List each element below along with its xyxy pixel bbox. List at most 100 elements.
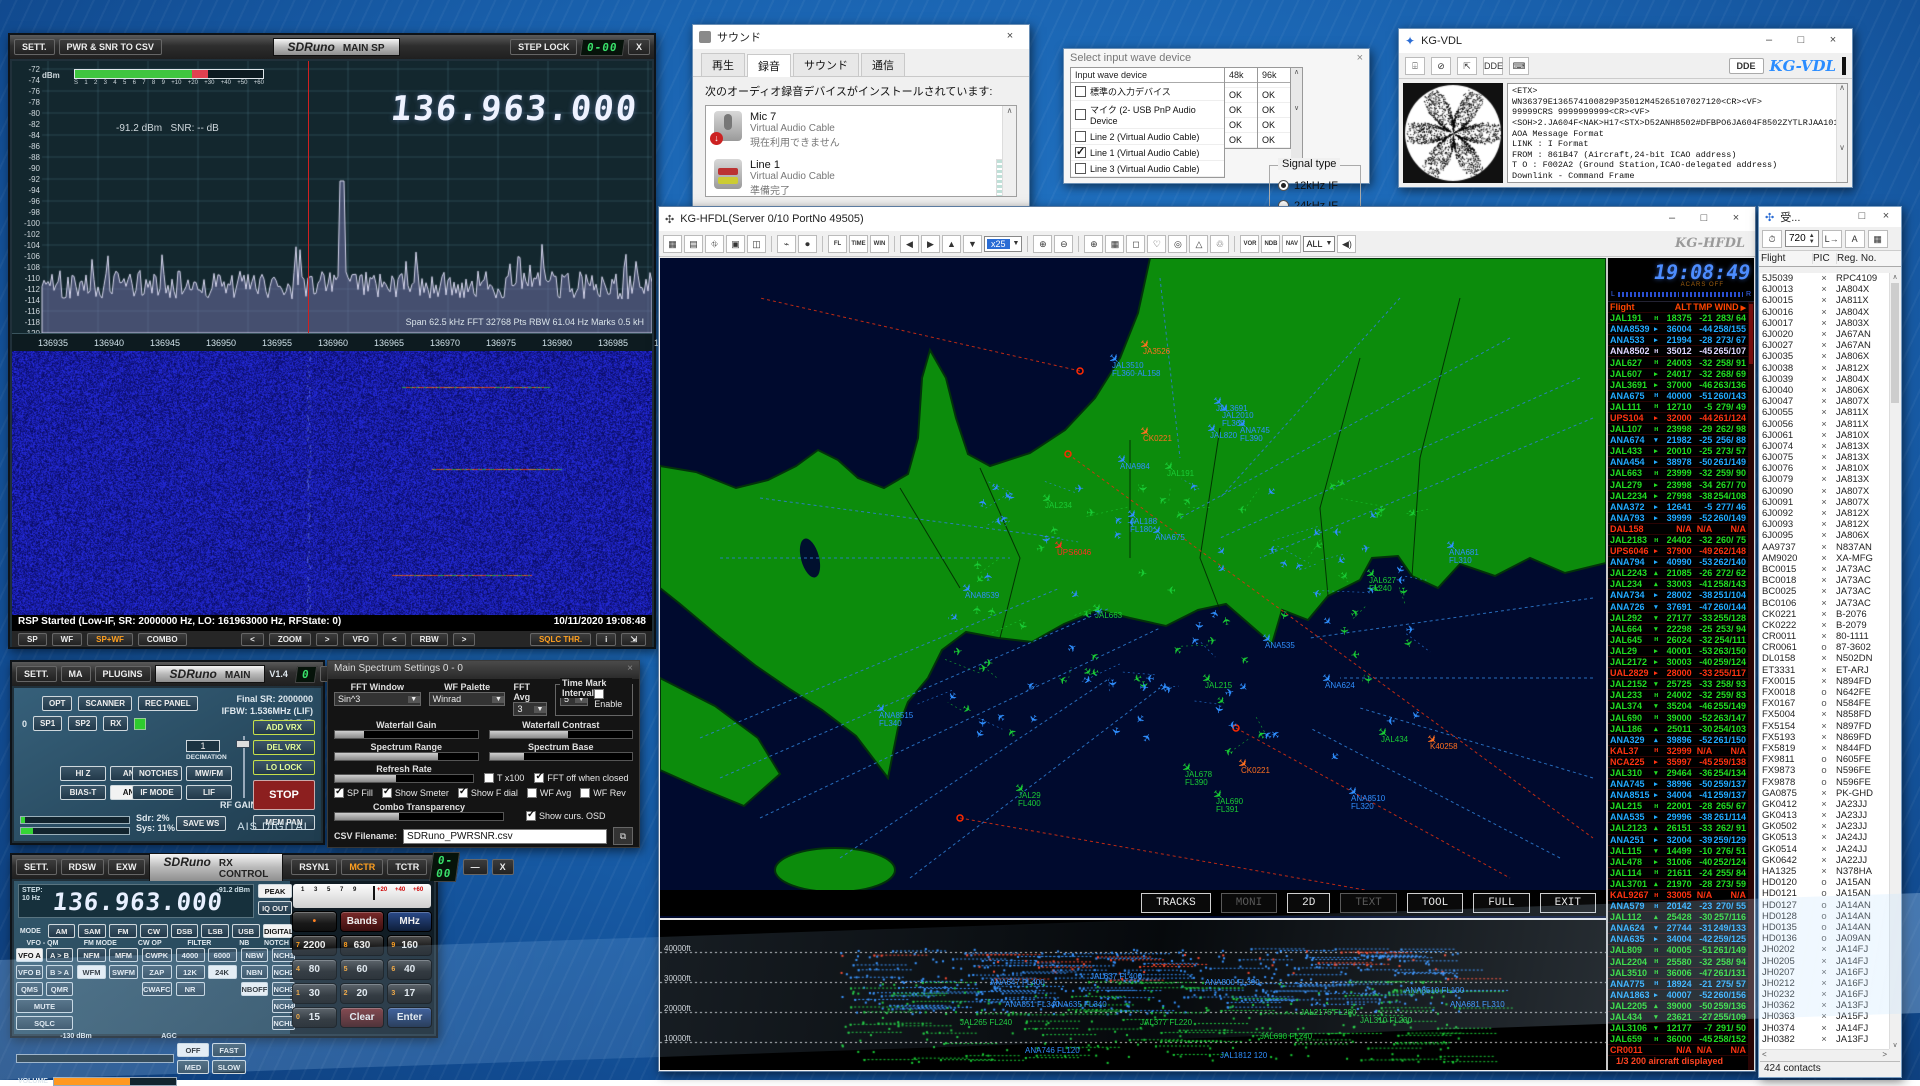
flight-row[interactable]: NCA225▸35997-45259/138 bbox=[1608, 757, 1748, 768]
flight-row[interactable]: JAL2183ʜ24402-32260/ 75 bbox=[1608, 535, 1748, 546]
tab-サウンド[interactable]: サウンド bbox=[793, 53, 859, 76]
flight-row[interactable]: JAL310▾29464-36254/134 bbox=[1608, 768, 1748, 779]
contact-row[interactable]: HA1325×N378HA bbox=[1760, 866, 1889, 877]
flight-row[interactable]: KAL9267ʜ33005N/AN/A bbox=[1608, 890, 1748, 901]
filter-select[interactable]: ALL▼ bbox=[1303, 236, 1335, 252]
fm-nfm[interactable]: NFM bbox=[77, 948, 106, 962]
mode-fm[interactable]: FM bbox=[109, 924, 137, 938]
vfo-button[interactable]: VFO bbox=[343, 633, 377, 646]
contact-row[interactable]: AM9020×XA-MFG bbox=[1760, 553, 1889, 564]
device-row[interactable]: 標準の入力デバイス bbox=[1071, 83, 1224, 101]
contact-row[interactable]: CR0011×80-1111 bbox=[1760, 631, 1889, 642]
maximize-icon[interactable]: □ bbox=[1788, 32, 1814, 50]
map-button-full[interactable]: FULL bbox=[1473, 893, 1529, 913]
rdsw-button[interactable]: RDSW bbox=[61, 859, 105, 875]
map-button-tool[interactable]: TOOL bbox=[1407, 893, 1463, 913]
flight-row[interactable]: ANA579ʜ20142-23270/ 55 bbox=[1608, 901, 1748, 912]
spectrum-base-slider[interactable] bbox=[489, 752, 634, 761]
notch-nchl[interactable]: NCHL bbox=[272, 1016, 295, 1030]
contact-row[interactable]: GK0642×JA22JJ bbox=[1760, 855, 1889, 866]
time-icon[interactable]: TIME bbox=[849, 235, 868, 253]
contact-row[interactable]: HD0136oJA09AN bbox=[1760, 933, 1889, 944]
radio-icon[interactable] bbox=[1278, 180, 1289, 191]
notch-nch1[interactable]: NCH1 bbox=[272, 948, 295, 962]
contact-row[interactable]: GA0875×PK-GHD bbox=[1760, 788, 1889, 799]
flight-row[interactable]: JAL279▸23998-34267/ 70 bbox=[1608, 480, 1748, 491]
vfo-vfob[interactable]: VFO B bbox=[16, 965, 43, 979]
flight-row[interactable]: JAL809ʜ40005-51261/149 bbox=[1608, 945, 1748, 956]
maximize-icon[interactable]: □ bbox=[1853, 208, 1871, 226]
flight-row[interactable]: JAL186▴25011-30254/103 bbox=[1608, 724, 1748, 735]
flight-row[interactable]: JAL2234▸27998-38254/108 bbox=[1608, 491, 1748, 502]
flight-row[interactable]: JAL664▾22298-25253/ 94 bbox=[1608, 624, 1748, 635]
cw-cwafc[interactable]: CWAFC bbox=[142, 982, 172, 996]
keypad-1[interactable]: 130 bbox=[292, 983, 337, 1004]
rx-frequency-panel[interactable]: STEP: 10 Hz 136.963.000 -91.2 dBm bbox=[18, 884, 254, 918]
cw-zap[interactable]: ZAP bbox=[142, 965, 172, 979]
keypad-clear[interactable]: Clear bbox=[340, 1007, 385, 1028]
flight-row[interactable]: ANA675ʜ40000-51260/143 bbox=[1608, 391, 1748, 402]
rec-panel-button[interactable]: REC PANEL bbox=[138, 696, 198, 711]
close-icon[interactable]: X bbox=[628, 39, 650, 55]
contact-row[interactable]: 6J0075×JA813X bbox=[1760, 452, 1889, 463]
layers-icon[interactable]: ◫ bbox=[747, 235, 766, 253]
lo-lock-button[interactable]: LO LOCK bbox=[253, 760, 315, 775]
flight-row[interactable]: ANA1863▸40007-52260/156 bbox=[1608, 990, 1748, 1001]
contact-row[interactable]: 6J0016×JA804X bbox=[1760, 307, 1889, 318]
resize-icon[interactable]: ⇲ bbox=[621, 633, 646, 646]
contact-row[interactable]: AA9737×N837AN bbox=[1760, 542, 1889, 553]
decimation-value[interactable]: 1 bbox=[186, 740, 220, 752]
agc-off[interactable]: OFF bbox=[177, 1043, 209, 1057]
signal-type-radio[interactable]: 12kHz IF bbox=[1278, 180, 1352, 192]
sqlc-thr-button[interactable]: SQLC THR. bbox=[530, 633, 591, 646]
contact-row[interactable]: 6J0095×JA806X bbox=[1760, 530, 1889, 541]
flight-row[interactable]: JAL2243▴21085-26272/ 62 bbox=[1608, 568, 1748, 579]
flight-row[interactable]: JAL645ʜ26024-32254/111 bbox=[1608, 635, 1748, 646]
fm-swfm[interactable]: SWFM bbox=[109, 965, 138, 979]
contact-row[interactable]: HD0135oJA14AN bbox=[1760, 922, 1889, 933]
contact-row[interactable]: FX9873oN596FE bbox=[1760, 765, 1889, 776]
zoom-control[interactable]: > bbox=[316, 633, 339, 646]
keypad-enter[interactable]: Enter bbox=[387, 1007, 432, 1028]
hiz-button[interactable]: HI Z bbox=[60, 766, 106, 781]
scope-icon[interactable]: ⌹ bbox=[1405, 57, 1425, 75]
flight-row[interactable]: JAL2172▸30003-40259/124 bbox=[1608, 657, 1748, 668]
win-icon[interactable]: WIN bbox=[870, 235, 889, 253]
mesh-icon[interactable]: ▦ bbox=[1105, 235, 1124, 253]
log-icon[interactable]: L→ bbox=[1822, 230, 1842, 248]
nb-nboff[interactable]: NBOFF bbox=[241, 982, 269, 996]
device-checkbox[interactable] bbox=[1075, 109, 1086, 120]
flight-row[interactable]: ANA624▾27744-31249/133 bbox=[1608, 923, 1748, 934]
show-f-dial-checkbox[interactable] bbox=[458, 788, 468, 798]
flight-row[interactable]: ANA8515▸34004-41259/137 bbox=[1608, 790, 1748, 801]
contact-row[interactable]: 6J0076×JA810X bbox=[1760, 463, 1889, 474]
keypad-6[interactable]: 640 bbox=[387, 959, 432, 980]
mode-cw[interactable]: CW bbox=[140, 924, 168, 938]
view-mode-sp[interactable]: SP bbox=[18, 633, 47, 646]
view-mode-wf[interactable]: WF bbox=[52, 633, 82, 646]
contact-row[interactable]: 6J0056×JA811X bbox=[1760, 418, 1889, 429]
sp-fill-checkbox[interactable] bbox=[334, 788, 344, 798]
zoomout-icon[interactable]: ⊖ bbox=[1054, 235, 1073, 253]
nav-icon[interactable]: NAV bbox=[1282, 235, 1301, 253]
maximize-icon[interactable]: □ bbox=[1691, 210, 1717, 228]
rbw-control[interactable]: > bbox=[453, 633, 476, 646]
contact-row[interactable]: BC0015×JA73AC bbox=[1760, 564, 1889, 575]
contact-row[interactable]: FX0015×N894FD bbox=[1760, 676, 1889, 687]
sett-button[interactable]: SETT. bbox=[16, 859, 57, 875]
contact-row[interactable]: HD0128oJA14AN bbox=[1760, 911, 1889, 922]
device-row[interactable]: Line 3 (Virtual Audio Cable) bbox=[1071, 161, 1224, 177]
mode-lsb[interactable]: LSB bbox=[201, 924, 229, 938]
flight-row[interactable]: UAL2829▸28000-33255/117 bbox=[1608, 668, 1748, 679]
contact-row[interactable]: GK0412×JA23JJ bbox=[1760, 799, 1889, 810]
fm-wfm[interactable]: WFM bbox=[77, 965, 106, 979]
flight-row[interactable]: ANA533▸21994-28273/ 67 bbox=[1608, 335, 1748, 346]
mwfm-button[interactable]: MW/FM bbox=[186, 766, 232, 781]
close-icon[interactable]: × bbox=[1723, 210, 1749, 228]
plug-icon[interactable]: ⌁ bbox=[777, 235, 796, 253]
contact-row[interactable]: 6J0074×JA813X bbox=[1760, 441, 1889, 452]
filter-6000[interactable]: 6000 bbox=[208, 948, 237, 962]
nb-nbw[interactable]: NBW bbox=[241, 948, 269, 962]
zoomin-icon[interactable]: ⊕ bbox=[1033, 235, 1052, 253]
mode-digital[interactable]: DIGITAL bbox=[263, 924, 292, 938]
